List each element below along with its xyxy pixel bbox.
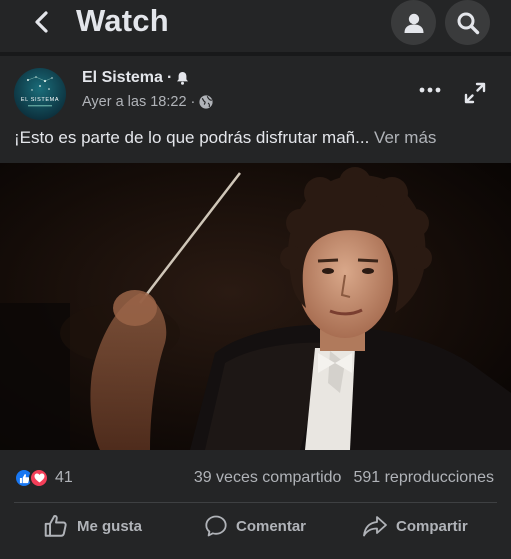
share-arrow-icon xyxy=(363,516,387,537)
caption-text: ¡Esto es parte de lo que podrás disfruta… xyxy=(14,128,370,147)
share-button[interactable]: Compartir xyxy=(362,503,468,549)
reaction-count: 41 xyxy=(55,469,73,486)
fullscreen-button[interactable] xyxy=(463,81,487,105)
video-post: EL SISTEMA El Sistema · Ayer a las 18:22… xyxy=(0,56,511,559)
back-button[interactable] xyxy=(26,6,58,38)
person-icon xyxy=(404,13,423,33)
profile-button[interactable] xyxy=(391,0,436,45)
reactions-summary[interactable]: 41 xyxy=(14,468,73,488)
video-frame-conductor xyxy=(0,163,511,450)
more-horizontal-icon xyxy=(419,87,441,93)
globe-icon xyxy=(199,95,213,109)
bell-icon[interactable] xyxy=(176,71,189,85)
separator-dot: · xyxy=(166,69,173,86)
video-player[interactable] xyxy=(0,163,511,450)
love-reaction-icon xyxy=(29,468,49,488)
like-button-label: Me gusta xyxy=(77,517,143,535)
view-count: 591 reproducciones xyxy=(353,469,494,486)
comment-button-label: Comentar xyxy=(236,517,307,535)
page-name[interactable]: El Sistema xyxy=(82,69,163,87)
svg-text:EL SISTEMA: EL SISTEMA xyxy=(21,97,59,103)
comment-icon xyxy=(205,515,227,537)
share-count[interactable]: 39 veces compartido xyxy=(194,469,342,487)
like-button[interactable]: Me gusta xyxy=(43,503,142,549)
search-button[interactable] xyxy=(445,0,490,45)
post-timestamp[interactable]: Ayer a las 18:22 xyxy=(82,94,187,110)
share-button-label: Compartir xyxy=(396,517,468,535)
page-title: Watch xyxy=(76,3,169,38)
thumbs-up-icon xyxy=(44,515,67,537)
post-actions: Me gusta Comentar Compartir xyxy=(0,503,511,559)
more-options-button[interactable] xyxy=(416,80,444,100)
post-caption: ¡Esto es parte de lo que podrás disfruta… xyxy=(14,128,436,148)
search-icon xyxy=(457,12,479,34)
page-name-row[interactable]: El Sistema · xyxy=(82,69,189,87)
separator-dot: · xyxy=(190,94,196,110)
expand-icon xyxy=(464,82,486,104)
post-meta: Ayer a las 18:22 · xyxy=(82,94,213,110)
top-bar: Watch xyxy=(0,0,511,52)
chevron-left-icon xyxy=(35,11,48,33)
el-sistema-logo: EL SISTEMA xyxy=(14,68,66,120)
page-avatar[interactable]: EL SISTEMA xyxy=(14,68,66,120)
post-stats: 39 veces compartido 591 reproducciones xyxy=(194,469,494,487)
comment-button[interactable]: Comentar xyxy=(204,503,306,549)
see-more-link[interactable]: Ver más xyxy=(374,128,436,147)
